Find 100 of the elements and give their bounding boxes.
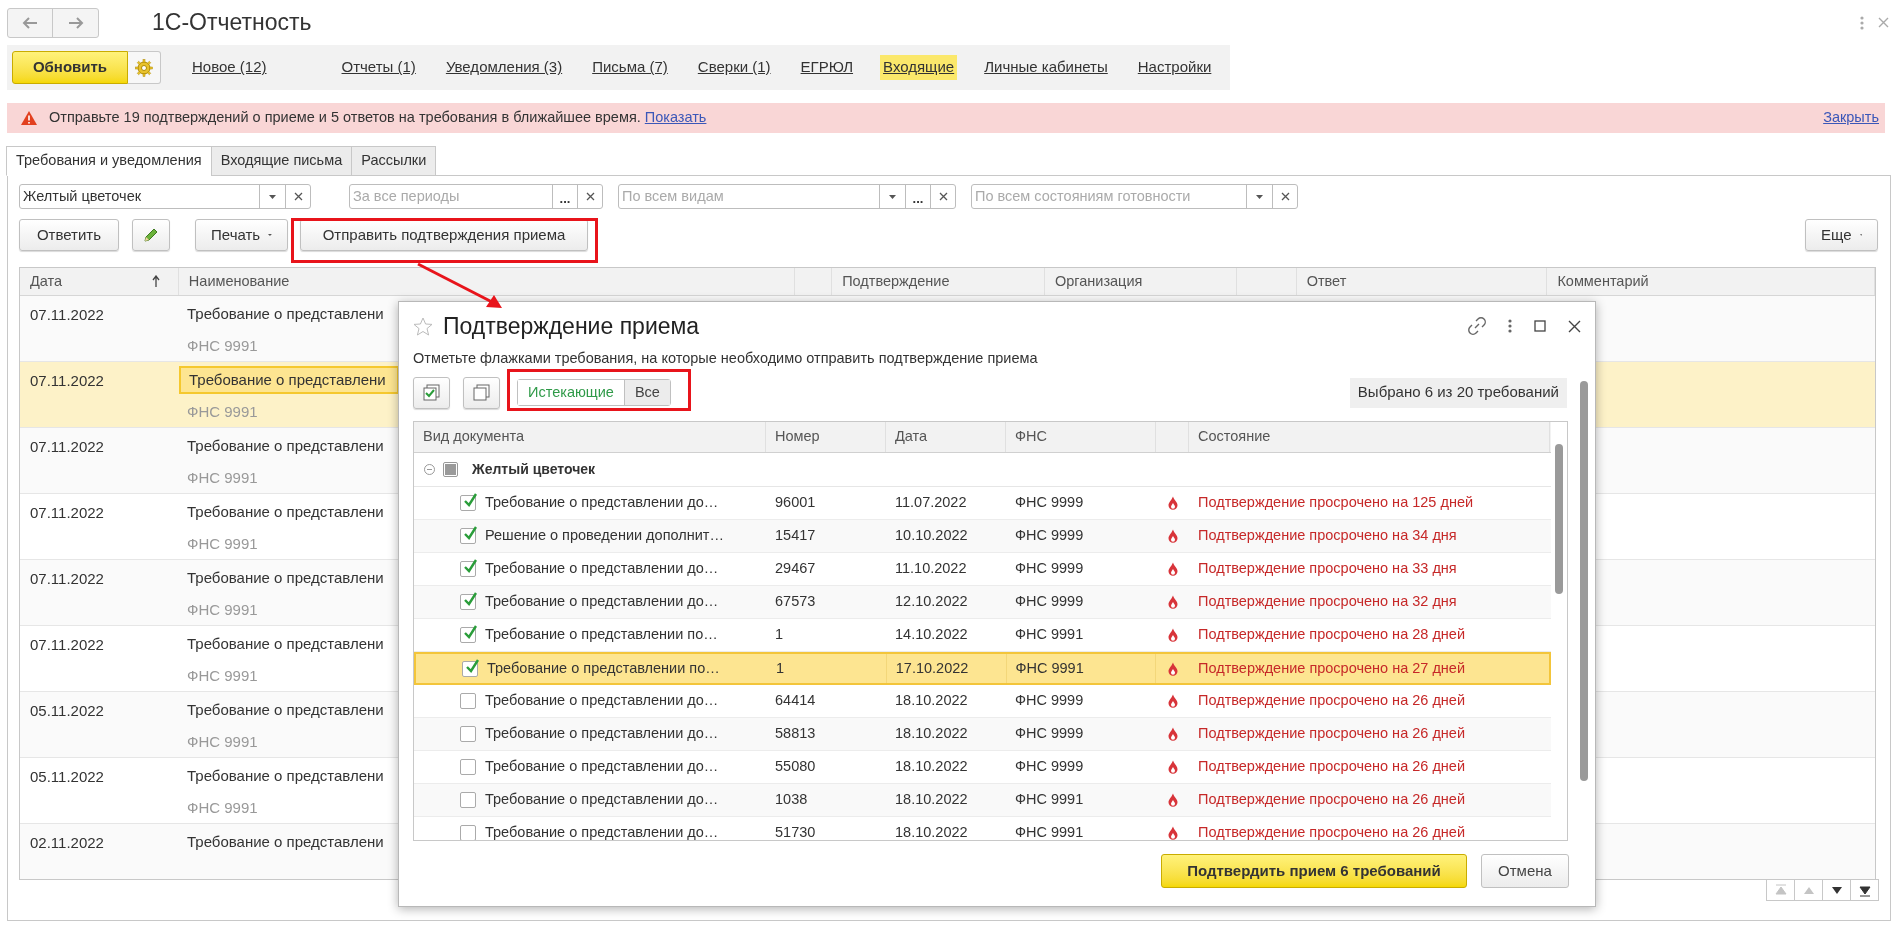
checkbox[interactable] — [460, 726, 476, 742]
choose-button[interactable]: ... — [552, 185, 577, 208]
table-cell-text: Требование о представлении до… — [485, 493, 719, 513]
table-cell-text: 29467 — [775, 559, 816, 579]
filter-input[interactable]: По всем видам — [619, 185, 879, 208]
column-header[interactable]: Вид документа — [423, 426, 524, 448]
confirm-button[interactable]: Подтвердить прием 6 требований — [1161, 854, 1467, 888]
column-header[interactable]: Комментарий — [1557, 270, 1649, 293]
table-cell-text: ФНС 9991 — [1015, 790, 1084, 810]
table-row[interactable]: Требование о представлении до… 58813 18.10.2022 ФНС 9999 Подтверждение просрочено на 26 дней — [414, 718, 1551, 751]
uncheck-all-button[interactable] — [463, 376, 500, 409]
table-cell-text: Требование о представлени — [186, 435, 385, 456]
table-cell-text: Требование о представлени — [186, 567, 385, 588]
table-cell-text: Требование о представлении до… — [485, 559, 719, 579]
print-button[interactable]: Печать — [195, 219, 288, 251]
column-header[interactable]: Номер — [775, 426, 820, 448]
checkbox[interactable] — [460, 627, 476, 643]
link-icon[interactable] — [1468, 317, 1486, 335]
collapse-icon[interactable] — [424, 464, 435, 475]
edit-button[interactable] — [132, 219, 170, 251]
cancel-button[interactable]: Отмена — [1481, 854, 1569, 888]
column-header[interactable]: ФНС — [1015, 426, 1047, 448]
table-row[interactable]: Требование о представлении до… 67573 12.10.2022 ФНС 9999 Подтверждение просрочено на 32 дня — [414, 586, 1551, 619]
table-cell: 07.11.2022 — [30, 372, 104, 389]
column-header[interactable]: Ответ — [1306, 270, 1347, 293]
column-header[interactable]: Дата — [895, 426, 928, 448]
column-header[interactable]: Дата — [30, 270, 63, 293]
filter-field[interactable]: По всем видам ... — [618, 184, 956, 209]
tab[interactable]: Рассылки — [351, 146, 437, 176]
filter-field[interactable]: По всем состояниям готовности — [971, 184, 1298, 209]
filter-field[interactable]: Желтый цветочек — [19, 184, 311, 209]
table-cell-text: ФНС 9991 — [186, 534, 258, 554]
refresh-button[interactable]: Обновить — [12, 51, 128, 84]
table-cell-text: ФНС 9991 — [1015, 625, 1084, 645]
caret-icon — [1859, 233, 1862, 237]
table-row[interactable]: Требование о представлении до… 1038 18.10.2022 ФНС 9991 Подтверждение просрочено на 26 дней — [414, 784, 1551, 817]
checkbox[interactable] — [460, 594, 476, 610]
checkbox[interactable] — [460, 792, 476, 808]
table-row[interactable]: Решение о проведении дополнит… 15417 10.10.2022 ФНС 9999 Подтверждение просрочено на 34 дня — [414, 520, 1551, 553]
caret-icon — [269, 194, 276, 199]
table-cell: 07.11.2022 — [30, 306, 104, 323]
nav-link[interactable]: Письма (7) — [589, 55, 671, 80]
nav-link[interactable]: Новое (12) — [189, 55, 270, 80]
window-title: 1С-Отчетность — [152, 8, 312, 38]
scrollbar-thumb[interactable] — [1580, 381, 1588, 781]
table-cell-text: 64414 — [775, 691, 816, 711]
filter-input[interactable]: За все периоды — [350, 185, 552, 208]
nav-link[interactable]: Отчеты (1) — [338, 55, 419, 80]
checkbox[interactable] — [460, 528, 476, 544]
reply-button[interactable]: Ответить — [19, 219, 119, 251]
table-cell-text: 67573 — [775, 592, 816, 612]
checkbox[interactable] — [462, 660, 478, 677]
checkbox[interactable] — [460, 693, 476, 709]
checkbox[interactable] — [460, 495, 476, 511]
table-cell-text: 18.10.2022 — [895, 757, 968, 777]
check-all-button[interactable] — [413, 376, 450, 409]
scrollbar-thumb[interactable] — [1555, 444, 1563, 594]
checkbox[interactable] — [460, 561, 476, 577]
column-header[interactable]: Подтверждение — [842, 270, 950, 293]
maximize-icon[interactable] — [1534, 320, 1546, 332]
send-confirmations-button[interactable]: Отправить подтверждения приема — [300, 219, 588, 251]
table-cell: Требование о представлени — [179, 366, 399, 394]
table-cell-text: ФНС 9991 — [186, 468, 258, 488]
close-icon — [938, 192, 948, 201]
table-cell-text: Требование о представлени — [186, 831, 385, 852]
settings-button[interactable] — [128, 51, 161, 84]
nav-link[interactable]: Входящие — [880, 55, 958, 80]
nav-link[interactable]: Личные кабинеты — [981, 55, 1111, 80]
checkbox[interactable] — [460, 825, 476, 840]
more-icon[interactable] — [1508, 319, 1512, 333]
column-header[interactable]: Состояние — [1198, 426, 1271, 448]
pager-button[interactable] — [1850, 879, 1879, 901]
table-cell-text: Требование о представлении до… — [485, 757, 719, 777]
nav-link[interactable]: ЕГРЮЛ — [797, 55, 857, 80]
tab[interactable]: Входящие письма — [210, 146, 353, 176]
filter-field[interactable]: За все периоды ... — [349, 184, 603, 209]
nav-link[interactable]: Настройки — [1134, 55, 1215, 80]
table-cell-text: 96001 — [775, 493, 816, 513]
column-header[interactable]: Организация — [1054, 270, 1143, 293]
choose-button[interactable]: ... — [905, 185, 930, 208]
filter-input[interactable]: Желтый цветочек — [20, 185, 259, 208]
checkbox[interactable] — [460, 759, 476, 775]
column-header[interactable]: Наименование — [188, 270, 290, 293]
table-cell-text: Требование о представлении по… — [485, 625, 718, 645]
close-link[interactable]: Закрыть — [1823, 107, 1879, 129]
table-cell-text: Требование о представлении до… — [485, 823, 719, 840]
tab[interactable]: Требования и уведомления — [6, 146, 212, 176]
table-row[interactable]: Требование о представлении по… 1 17.10.2022 ФНС 9991 Подтверждение просрочено на 27 дней — [414, 652, 1551, 685]
show-link[interactable]: Показать — [644, 107, 707, 129]
filter-toggle[interactable]: Все — [623, 380, 670, 405]
filter-input[interactable]: По всем состояниям готовности — [972, 185, 1246, 208]
nav-link[interactable]: Сверки (1) — [694, 55, 774, 80]
boxes-icon — [472, 384, 491, 401]
status-text: Подтверждение просрочено на 125 дней — [1198, 493, 1474, 513]
close-icon[interactable] — [1568, 319, 1581, 333]
nav-link[interactable]: Уведомления (3) — [442, 55, 566, 80]
star-icon[interactable] — [413, 316, 433, 336]
checkbox[interactable] — [443, 462, 458, 477]
more-button[interactable]: Еще — [1805, 219, 1878, 251]
table-cell-text: ФНС 9991 — [186, 732, 258, 752]
